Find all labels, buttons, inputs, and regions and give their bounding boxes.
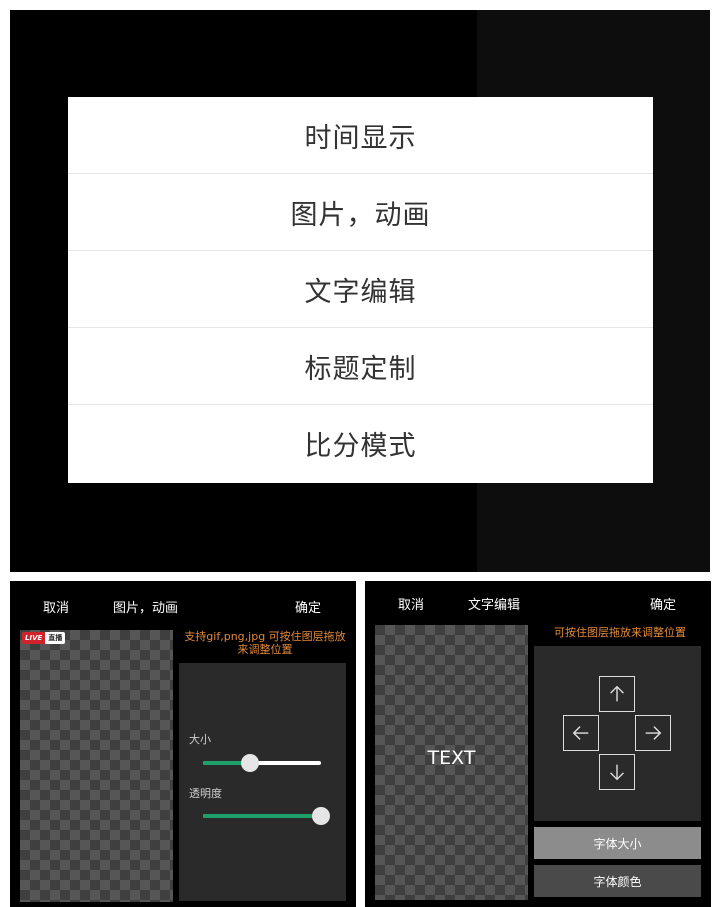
live-label: LIVE [22,632,46,644]
live-badge-layer[interactable]: LIVE 直播 [22,632,66,644]
zhibo-label: 直播 [45,632,66,644]
menu-item-image-animation[interactable]: 图片，动画 [68,174,653,251]
size-label: 大小 [189,733,211,746]
opacity-slider-fill [203,814,321,818]
move-down-button[interactable] [599,754,635,790]
image-animation-screen: 取消 图片，动画 确定 LIVE 直播 支持gif,png,jpg 可按住图层拖… [10,581,356,907]
opacity-label: 透明度 [189,787,222,800]
move-up-button[interactable] [599,676,635,712]
page-title: 文字编辑 [468,598,521,613]
size-slider[interactable] [203,754,321,772]
menu-item-score-mode[interactable]: 比分模式 [68,405,653,482]
preview-canvas[interactable]: LIVE 直播 [20,630,173,902]
opacity-slider-thumb[interactable] [312,807,330,825]
screenshot-collage: 时间显示 图片，动画 文字编辑 标题定制 比分模式 取消 图片，动画 确定 LI… [0,0,720,907]
text-layer[interactable]: TEXT [375,747,528,769]
adjust-panel: 大小 透明度 [179,663,346,901]
cancel-button[interactable]: 取消 [43,597,69,616]
opacity-slider[interactable] [203,807,330,825]
preview-canvas[interactable]: TEXT [375,625,528,900]
menu-item-title-custom[interactable]: 标题定制 [68,328,653,405]
size-slider-thumb[interactable] [241,754,260,772]
font-size-button[interactable]: 字体大小 [534,827,701,859]
arrow-up-icon [610,685,624,702]
menu-screen: 时间显示 图片，动画 文字编辑 标题定制 比分模式 [10,10,710,572]
menu-item-time-display[interactable]: 时间显示 [68,97,653,174]
arrow-left-icon [572,726,589,740]
arrow-right-icon [645,726,662,740]
drag-hint: 可按住图层拖放来调整位置 [554,626,686,639]
header-bar: 取消 文字编辑 确定 [365,581,711,621]
position-pad [534,646,701,821]
move-left-button[interactable] [563,715,599,751]
format-hint: 支持gif,png,jpg 可按住图层拖放来调整位置 [184,630,346,656]
arrow-down-icon [610,764,624,781]
confirm-button[interactable]: 确定 [650,594,676,613]
cancel-button[interactable]: 取消 [398,594,424,613]
move-right-button[interactable] [635,715,671,751]
menu-item-text-edit[interactable]: 文字编辑 [68,251,653,328]
font-color-button[interactable]: 字体颜色 [534,865,701,897]
confirm-button[interactable]: 确定 [295,597,321,616]
page-title: 图片，动画 [113,601,179,616]
text-edit-screen: 取消 文字编辑 确定 TEXT 可按住图层拖放来调整位置 字体大小 字体颜色 [365,581,711,907]
overlay-type-menu: 时间显示 图片，动画 文字编辑 标题定制 比分模式 [68,97,653,483]
header-bar: 取消 图片，动画 确定 [10,581,356,621]
